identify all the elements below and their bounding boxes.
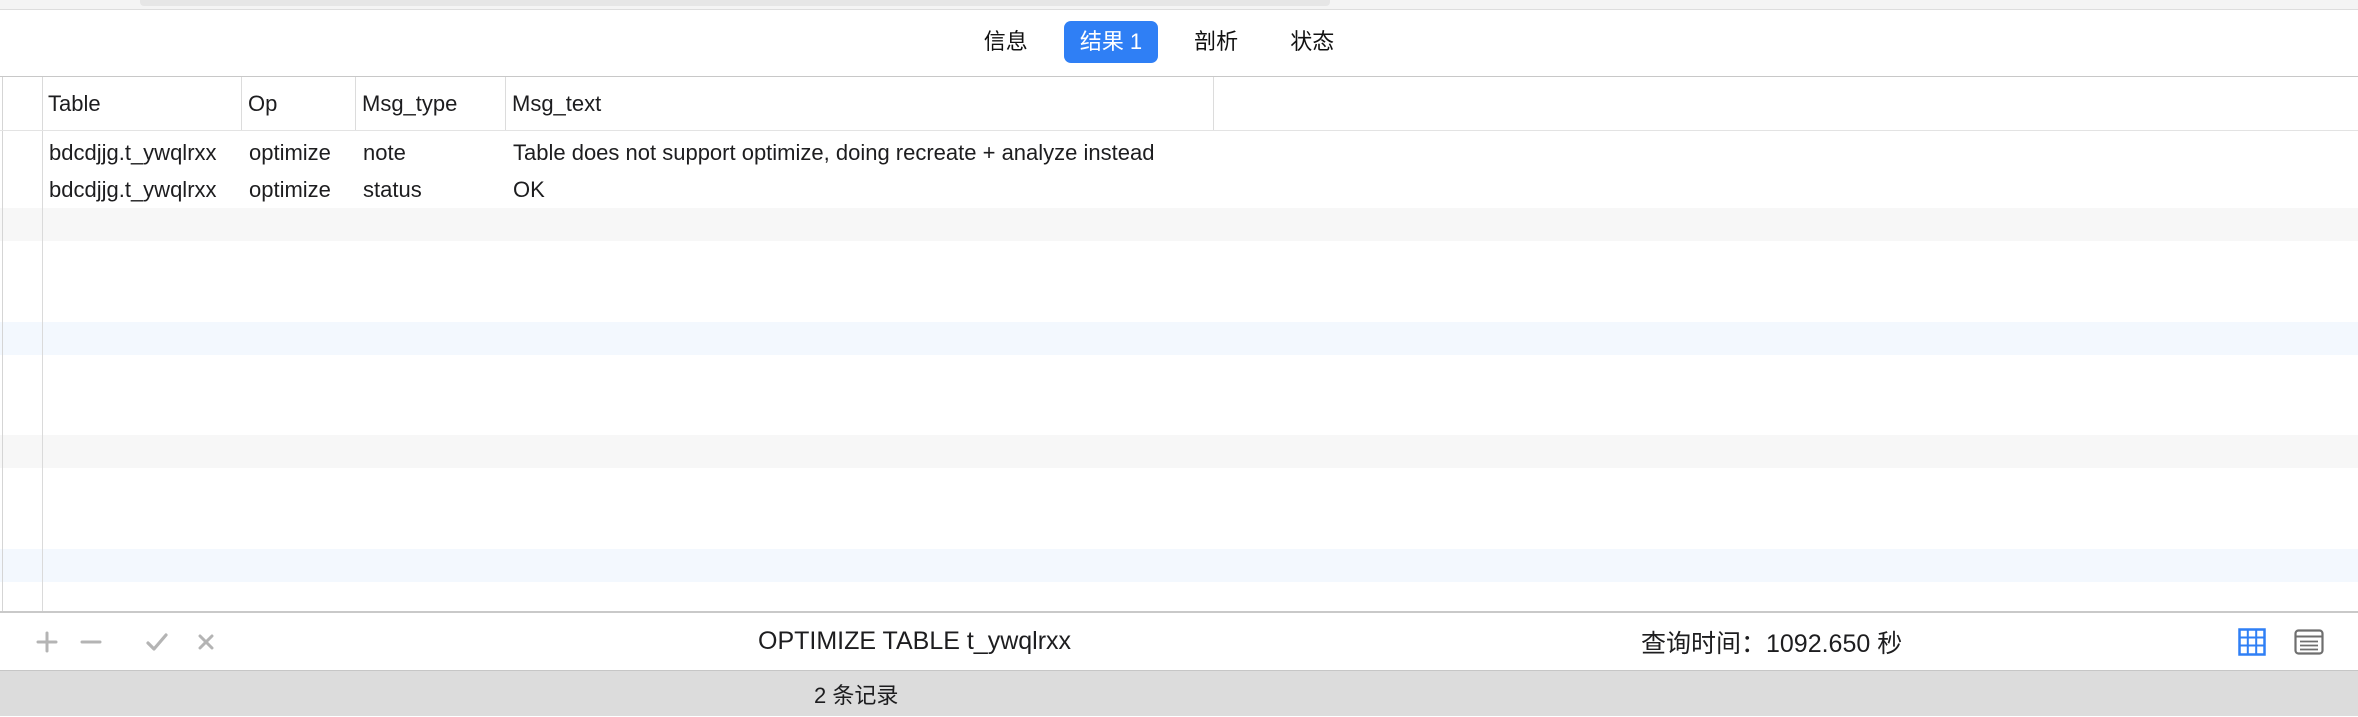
- result-grid[interactable]: Table Op Msg_type Msg_text bdcdjjg.t_ywq…: [0, 77, 2358, 611]
- column-header-msg-type[interactable]: Msg_type: [356, 77, 506, 130]
- column-header-msg-text[interactable]: Msg_text: [506, 77, 1214, 130]
- grid-stripe: [0, 208, 2358, 241]
- cell-msg-type[interactable]: note: [356, 134, 406, 172]
- discard-icon[interactable]: [191, 613, 221, 670]
- tab-result-1[interactable]: 结果 1: [1063, 21, 1159, 63]
- column-header-row: Table Op Msg_type Msg_text: [0, 77, 2358, 131]
- query-time: 查询时间：1092.650 秒: [1641, 629, 1903, 658]
- grid-stripe: [0, 549, 2358, 582]
- tab-info[interactable]: 信息: [968, 21, 1044, 63]
- cell-table[interactable]: bdcdjjg.t_ywqlrxx: [42, 134, 217, 172]
- apply-icon[interactable]: [142, 613, 172, 670]
- editor-scrollbar[interactable]: [140, 0, 1330, 6]
- status-bar: 2 条记录: [0, 670, 2358, 716]
- record-count: 2 条记录: [814, 683, 899, 708]
- grid-stripe: [0, 435, 2358, 468]
- cell-msg-text[interactable]: Table does not support optimize, doing r…: [506, 134, 1154, 172]
- cell-op[interactable]: optimize: [242, 171, 331, 209]
- bottom-toolbar: OPTIMIZE TABLE t_ywqlrxx 查询时间：1092.650 秒: [0, 613, 2358, 670]
- column-header-table[interactable]: Table: [42, 77, 242, 130]
- tab-status[interactable]: 状态: [1274, 21, 1350, 63]
- tab-profile[interactable]: 剖析: [1178, 21, 1254, 63]
- top-editor-strip: [0, 0, 2358, 10]
- column-header-op[interactable]: Op: [242, 77, 356, 130]
- sql-statement: OPTIMIZE TABLE t_ywqlrxx: [758, 627, 1072, 655]
- table-row[interactable]: bdcdjjg.t_ywqlrxx optimize note Table do…: [0, 134, 2358, 172]
- cell-msg-type[interactable]: status: [356, 171, 422, 209]
- grid-view-icon[interactable]: [2236, 613, 2268, 670]
- table-row[interactable]: bdcdjjg.t_ywqlrxx optimize status OK: [0, 171, 2358, 209]
- cell-op[interactable]: optimize: [242, 134, 331, 172]
- cell-table[interactable]: bdcdjjg.t_ywqlrxx: [42, 171, 217, 209]
- delete-row-icon[interactable]: [76, 613, 106, 670]
- cell-msg-text[interactable]: OK: [506, 171, 545, 209]
- grid-stripe: [0, 322, 2358, 355]
- add-row-icon[interactable]: [32, 613, 62, 670]
- result-tabs: 信息 结果 1 剖析 状态: [0, 20, 2358, 64]
- form-view-icon[interactable]: [2292, 613, 2326, 670]
